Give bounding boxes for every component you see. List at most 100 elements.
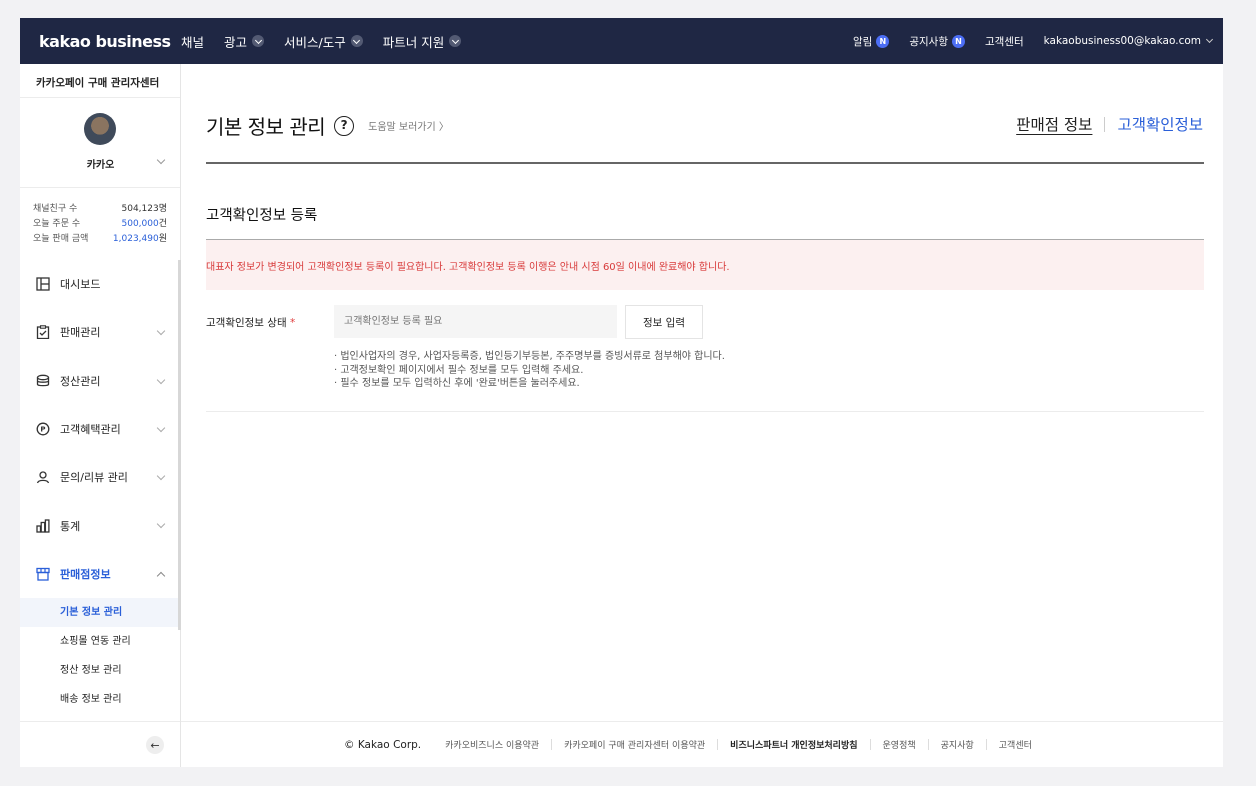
- menu-channel[interactable]: 채널: [181, 32, 204, 51]
- stat-unit: 건: [158, 219, 167, 229]
- guide-note: 고객정보확인 페이지에서 필수 정보를 모두 입력해 주세요.: [334, 364, 725, 378]
- stat-number: 1,023,490: [112, 234, 159, 244]
- guide-note: 필수 정보를 모두 입력하신 후에 '완료'버튼을 눌러주세요.: [334, 377, 725, 391]
- main-content: 기본 정보 관리 ? 도움말 보러가기 〉 판매점 정보 고객확인정보 고객확인…: [181, 64, 1223, 767]
- stat-unit: 원: [158, 234, 167, 244]
- page-header: 기본 정보 관리 ? 도움말 보러가기 〉: [206, 111, 449, 140]
- person-icon: [36, 470, 50, 484]
- top-menu: 채널 광고 서비스/도구 파트너 지원: [181, 32, 481, 51]
- new-badge: N: [951, 34, 965, 48]
- brand-logo[interactable]: kakao business: [20, 32, 181, 51]
- stat-number: 504,123: [121, 204, 159, 214]
- account-menu[interactable]: kakaobusiness00@kakao.com: [1044, 35, 1214, 47]
- stat-row: 채널친구 수 504,123명: [33, 202, 167, 217]
- clipboard-check-icon: [36, 325, 50, 340]
- stat-unit: 명: [158, 204, 167, 214]
- chevron-down-icon: [1205, 35, 1214, 44]
- tab-customer-info[interactable]: 고객확인정보: [1117, 113, 1203, 135]
- database-icon: [36, 374, 50, 388]
- dashboard-icon: [36, 277, 50, 291]
- footer-link-policy[interactable]: 운영정책: [883, 738, 916, 751]
- stat-row: 오늘 주문 수 500,000건: [33, 217, 167, 232]
- status-field-row: 고객확인정보 상태 * 정보 입력: [206, 305, 703, 339]
- sidebar-item-label: 통계: [60, 519, 81, 533]
- sidebar-item-label: 문의/리뷰 관리: [60, 471, 128, 485]
- sidebar-item-benefits[interactable]: P 고객혜택관리: [20, 405, 180, 453]
- chevron-down-icon: [156, 520, 166, 529]
- app-window: kakao business 채널 광고 서비스/도구 파트너 지원 알림 N 공…: [20, 18, 1223, 767]
- sidebar-item-store-info[interactable]: 판매점정보: [20, 550, 180, 598]
- sidebar: 카카오페이 구매 관리자센터 카카오 채널친구 수 504,123명 오늘 주문…: [20, 64, 181, 767]
- new-badge: N: [876, 34, 890, 48]
- subnav-mall-link[interactable]: 쇼핑몰 연동 관리: [20, 627, 180, 656]
- top-nav: kakao business 채널 광고 서비스/도구 파트너 지원 알림 N 공…: [20, 18, 1223, 64]
- menu-channel-label: 채널: [181, 34, 205, 50]
- notice-link[interactable]: 공지사항 N: [909, 34, 965, 49]
- menu-services-label: 서비스/도구: [284, 34, 346, 50]
- sidebar-item-label: 판매관리: [60, 326, 101, 340]
- arrow-left-icon: ←: [150, 738, 160, 752]
- footer-divider: [985, 739, 987, 750]
- stat-value: 500,000건: [122, 217, 168, 232]
- guide-notes: 법인사업자의 경우, 사업자등록증, 법인등기부등본, 주주명부를 증빙서류로 …: [334, 350, 725, 391]
- footer-divider: [927, 739, 929, 750]
- alert-banner: 대표자 정보가 변경되어 고객확인정보 등록이 필요합니다. 고객확인정보 등록…: [206, 240, 1204, 290]
- sidebar-item-stats[interactable]: 통계: [20, 501, 180, 549]
- chevron-down-icon: [449, 35, 462, 47]
- notifications-label: 알림: [853, 35, 873, 48]
- tab-divider: [1104, 116, 1106, 132]
- footer-link-business-terms[interactable]: 카카오비즈니스 이용약관: [445, 738, 539, 751]
- footer-link-privacy[interactable]: 비즈니스파트너 개인정보처리방침: [730, 738, 857, 751]
- status-field[interactable]: [334, 305, 617, 338]
- footer-divider: [869, 739, 871, 750]
- chevron-down-icon: [156, 471, 166, 481]
- menu-partner[interactable]: 파트너 지원: [383, 32, 462, 51]
- header-divider: [206, 162, 1204, 164]
- subnav-basic-info[interactable]: 기본 정보 관리: [20, 598, 180, 628]
- sidebar-item-label: 고객혜택관리: [60, 423, 121, 437]
- sidebar-item-inquiry[interactable]: 문의/리뷰 관리: [20, 453, 180, 501]
- enter-info-button[interactable]: 정보 입력: [625, 305, 703, 339]
- sidebar-nav: 대시보드 판매관리 정산관리 P 고객혜택관리 문의/리뷰 관리 통계 판매점정…: [20, 260, 181, 718]
- page-title: 기본 정보 관리: [206, 115, 326, 139]
- sidebar-item-label: 판매점정보: [60, 567, 111, 581]
- point-icon: P: [36, 422, 50, 436]
- stat-label: 오늘 주문 수: [33, 219, 81, 229]
- page-tabs: 판매점 정보 고객확인정보: [1016, 113, 1203, 135]
- menu-ads[interactable]: 광고: [224, 32, 265, 51]
- menu-services[interactable]: 서비스/도구: [284, 32, 363, 51]
- sidebar-item-settlement[interactable]: 정산관리: [20, 357, 180, 405]
- notice-label: 공지사항: [909, 35, 948, 48]
- sidebar-item-dashboard[interactable]: 대시보드: [20, 260, 180, 308]
- collapse-sidebar-button[interactable]: ←: [146, 736, 164, 754]
- sidebar-item-sales[interactable]: 판매관리: [20, 308, 180, 356]
- footer: © Kakao Corp. 카카오비즈니스 이용약관 카카오페이 구매 관리자센…: [181, 721, 1223, 767]
- profile-block[interactable]: 카카오: [20, 98, 180, 188]
- notifications-link[interactable]: 알림 N: [853, 34, 890, 49]
- footer-link-support[interactable]: 고객센터: [999, 738, 1032, 751]
- field-label-text: 고객확인정보 상태: [206, 317, 287, 329]
- sidebar-item-label: 대시보드: [60, 278, 101, 292]
- help-icon[interactable]: ?: [334, 115, 355, 136]
- stat-value: 504,123명: [122, 202, 168, 217]
- store-icon: [36, 567, 50, 581]
- stat-label: 오늘 판매 금액: [33, 234, 89, 244]
- chevron-down-icon: [252, 35, 265, 47]
- support-link[interactable]: 고객센터: [985, 34, 1024, 49]
- stat-row: 오늘 판매 금액 1,023,490원: [33, 232, 167, 247]
- sidebar-title: 카카오페이 구매 관리자센터: [20, 64, 180, 98]
- top-right-nav: 알림 N 공지사항 N 고객센터 kakaobusiness00@kakao.com: [833, 34, 1223, 49]
- chevron-down-icon: [156, 423, 166, 433]
- avatar: [84, 113, 116, 145]
- footer-link-notice[interactable]: 공지사항: [941, 738, 974, 751]
- tab-store-info[interactable]: 판매점 정보: [1016, 113, 1092, 135]
- footer-divider: [717, 739, 719, 750]
- status-field-label: 고객확인정보 상태 *: [206, 305, 334, 330]
- help-link[interactable]: 도움말 보러가기 〉: [368, 118, 449, 133]
- required-mark: *: [289, 317, 296, 329]
- footer-link-pay-terms[interactable]: 카카오페이 구매 관리자센터 이용약관: [564, 738, 705, 751]
- chevron-down-icon: [156, 375, 166, 384]
- section-title: 고객확인정보 등록: [206, 208, 318, 224]
- subnav-delivery-info[interactable]: 배송 정보 관리: [20, 685, 180, 714]
- subnav-settlement-info[interactable]: 정산 정보 관리: [20, 656, 180, 685]
